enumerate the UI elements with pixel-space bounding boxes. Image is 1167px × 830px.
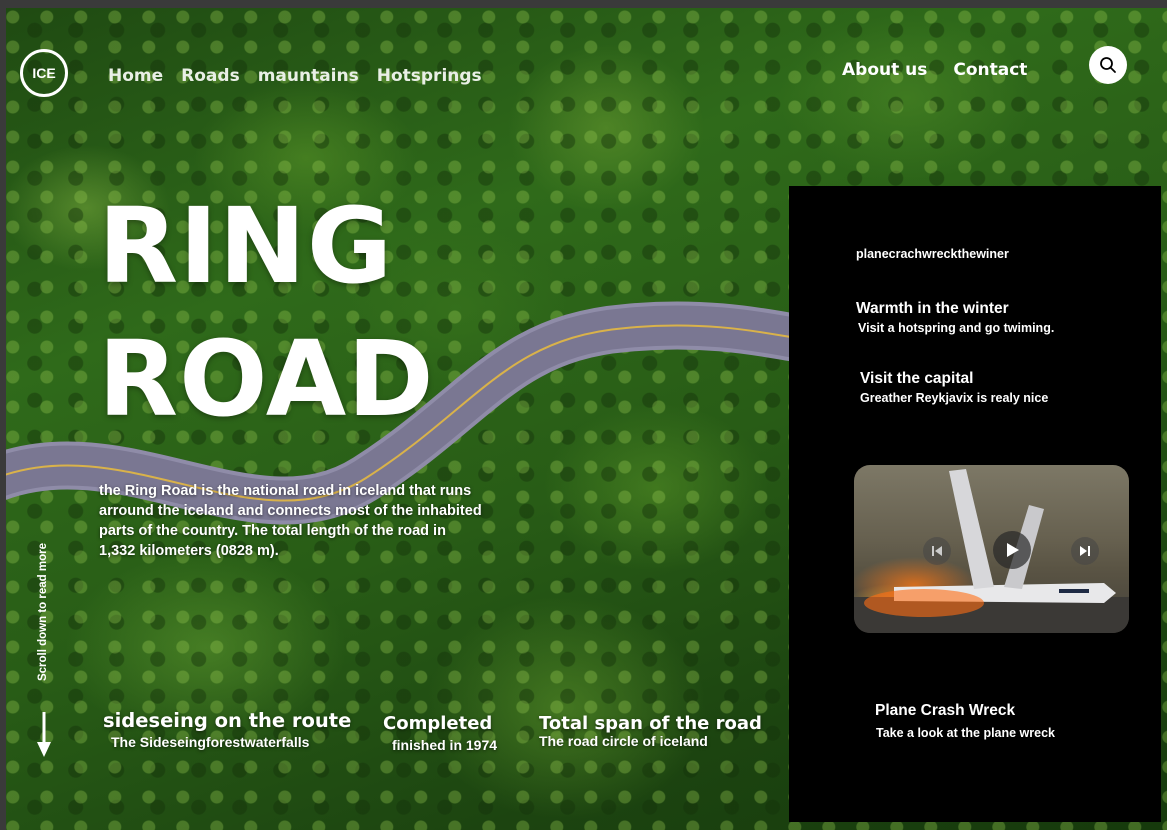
title-line-1: RING [98, 185, 394, 307]
skip-forward-icon [1080, 546, 1090, 556]
panel-item-subtitle: Visit a hotspring and go twiming. [858, 321, 1055, 335]
secondary-nav: About us Contact [842, 60, 1053, 80]
video-player[interactable] [854, 465, 1129, 633]
scroll-hint: Scroll down to read more [37, 542, 49, 682]
stat-total-span: Total span of the road The road circle o… [539, 713, 762, 749]
panel-item-capital[interactable]: Visit the capital Greather Reykjavix is … [860, 370, 1048, 405]
search-icon [1100, 57, 1116, 73]
play-button[interactable] [993, 531, 1031, 569]
arrow-down-icon[interactable] [36, 712, 52, 758]
logo[interactable]: ICE [20, 49, 68, 97]
stat-completed: Completed finished in 1974 [383, 713, 497, 753]
panel-item-title: Warmth in the winter [856, 300, 1009, 317]
feature-subtitle: Take a look at the plane wreck [876, 726, 1056, 740]
play-icon [1007, 543, 1019, 557]
panel-item-subtitle: Greather Reykjavix is realy nice [860, 391, 1049, 405]
nav-contact[interactable]: Contact [953, 60, 1027, 80]
panel-feature-plane-wreck[interactable]: Plane Crash Wreck Take a look at the pla… [875, 702, 1055, 740]
stat-sightseeing: sideseing on the route The Sideseingfore… [103, 709, 351, 750]
stat-value: finished in 1974 [392, 737, 498, 753]
page-title: RING ROAD [98, 180, 435, 446]
panel-item-title: Visit the capital [860, 370, 974, 387]
main-nav: Home Roads mauntains Hotsprings [108, 66, 500, 86]
nav-hotsprings[interactable]: Hotsprings [377, 66, 482, 86]
previous-button[interactable] [923, 537, 951, 565]
nav-roads[interactable]: Roads [181, 66, 240, 86]
hero-description: the Ring Road is the national road in ic… [99, 483, 482, 559]
next-button[interactable] [1071, 537, 1099, 565]
panel-tag: planecrachwreckthewiner [856, 247, 1009, 261]
stat-value: The Sideseingforestwaterfalls [111, 734, 310, 750]
title-line-2: ROAD [98, 318, 435, 440]
stat-title: Total span of the road [539, 713, 762, 734]
stat-value: The road circle of iceland [539, 733, 708, 749]
stat-title: Completed [383, 713, 493, 734]
nav-about-us[interactable]: About us [842, 60, 927, 80]
nav-mountains[interactable]: mauntains [258, 66, 359, 86]
logo-text: ICE [32, 65, 56, 81]
side-panel: planecrachwreckthewiner Warmth in the wi… [789, 186, 1161, 822]
stat-title: sideseing on the route [103, 709, 352, 732]
feature-title: Plane Crash Wreck [875, 702, 1016, 719]
panel-item-warmth[interactable]: Warmth in the winter Visit a hotspring a… [856, 300, 1054, 335]
skip-back-icon [932, 546, 942, 556]
search-button[interactable] [1089, 46, 1127, 84]
nav-home[interactable]: Home [108, 66, 163, 86]
